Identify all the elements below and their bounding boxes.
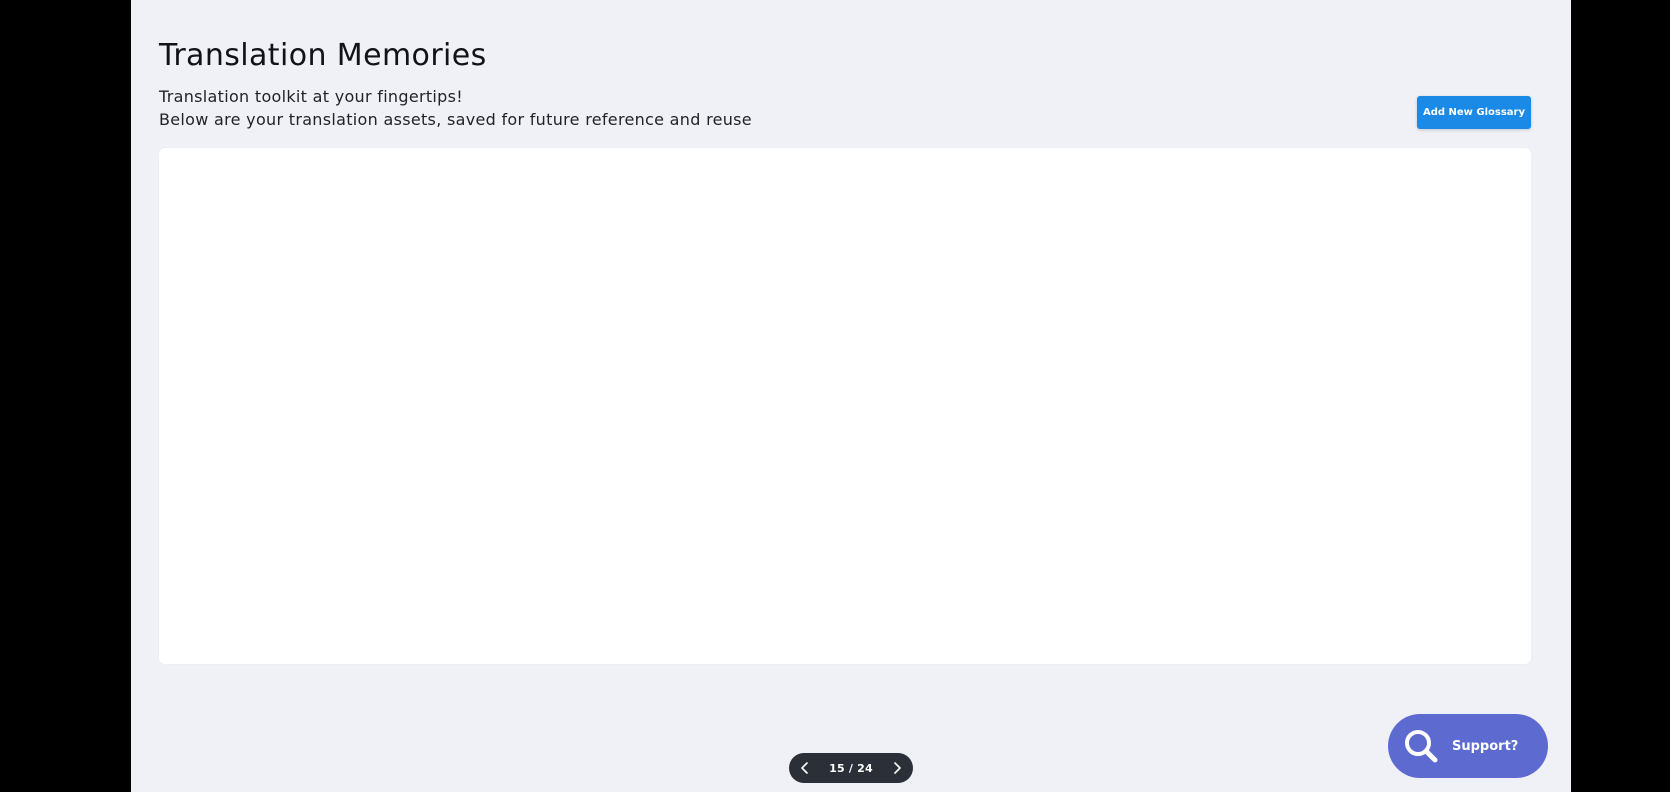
chevron-left-icon[interactable] <box>797 760 813 776</box>
page-subtitle-line-2: Below are your translation assets, saved… <box>159 110 752 129</box>
page-title: Translation Memories <box>159 38 487 73</box>
page-subtitle-line-1: Translation toolkit at your fingertips! <box>159 87 463 106</box>
translation-memories-panel <box>159 148 1531 664</box>
search-icon <box>1402 727 1440 765</box>
chevron-right-icon[interactable] <box>889 760 905 776</box>
page-indicator: 15 / 24 <box>829 761 873 775</box>
support-label: Support? <box>1452 738 1519 754</box>
support-button[interactable]: Support? <box>1388 714 1548 778</box>
add-new-glossary-button[interactable]: Add New Glossary <box>1417 96 1531 129</box>
main-page: Translation Memories Translation toolkit… <box>131 0 1571 792</box>
pagination-control: 15 / 24 <box>789 753 913 783</box>
